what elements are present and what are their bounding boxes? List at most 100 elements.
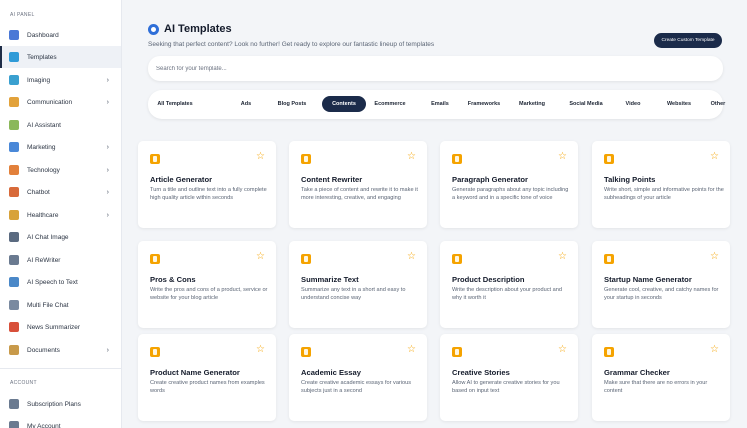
card-description: Make sure that there are no errors in yo…	[604, 380, 708, 395]
chevron-right-icon: ›	[106, 143, 109, 151]
star-icon[interactable]: ☆	[407, 152, 416, 162]
search-input[interactable]	[156, 65, 723, 72]
template-card-article-generator[interactable]: ☆ Article Generator Turn a title and outli…	[138, 141, 276, 228]
product-icon	[452, 254, 462, 264]
main-content: AI Templates Seeking that perfect conten…	[123, 0, 747, 428]
sidebar-item-documents[interactable]: Documents ›	[0, 339, 121, 361]
template-card-academic-essay[interactable]: ☆ Academic Essay Create creative academic …	[289, 334, 427, 421]
sidebar-item-subscription-plans[interactable]: Subscription Plans	[0, 393, 121, 415]
card-description: Take a piece of content and rewrite it t…	[301, 187, 418, 202]
card-description: Create creative product names from examp…	[150, 380, 265, 395]
tab-all-templates[interactable]: All Templates	[156, 96, 194, 112]
tab-video[interactable]: Video	[620, 96, 646, 112]
tab-emails[interactable]: Emails	[426, 96, 454, 112]
card-title: Article Generator	[150, 175, 213, 184]
star-icon[interactable]: ☆	[558, 252, 567, 262]
star-icon[interactable]: ☆	[710, 152, 719, 162]
subscription-icon	[9, 399, 19, 409]
sidebar-item-chatbot[interactable]: Chatbot ›	[0, 181, 121, 203]
chevron-right-icon: ›	[106, 346, 109, 354]
tab-websites[interactable]: Websites	[660, 96, 698, 112]
sidebar-account-title: ACCOUNT	[10, 380, 37, 386]
card-title: Product Description	[452, 275, 525, 284]
card-description: Generate cool, creative, and catchy name…	[604, 287, 719, 302]
speech-icon	[9, 277, 19, 287]
paragraph-icon	[452, 154, 462, 164]
tag-icon	[150, 347, 160, 357]
chevron-right-icon: ›	[106, 76, 109, 84]
star-icon[interactable]: ☆	[407, 345, 416, 355]
card-title: Pros & Cons	[150, 275, 196, 284]
sidebar-item-ai-chat-image[interactable]: AI Chat Image	[0, 226, 121, 248]
sidebar-item-technology[interactable]: Technology ›	[0, 159, 121, 181]
template-card-product-name-generator[interactable]: ☆ Product Name Generator Create creative p…	[138, 334, 276, 421]
template-card-grammar-checker[interactable]: ☆ Grammar Checker Make sure that there are…	[592, 334, 730, 421]
tab-ecommerce[interactable]: Ecommerce	[370, 96, 410, 112]
sidebar-item-communication[interactable]: Communication ›	[0, 91, 121, 113]
template-card-content-rewriter[interactable]: ☆ Content Rewriter Take a piece of content…	[289, 141, 427, 228]
sidebar-item-label: Imaging	[27, 76, 51, 84]
sidebar-item-label: Marketing	[27, 143, 56, 151]
chat-image-icon	[9, 232, 19, 242]
sidebar-item-marketing[interactable]: Marketing ›	[0, 136, 121, 158]
account-icon	[9, 421, 19, 428]
card-title: Academic Essay	[301, 368, 361, 377]
rewriter-icon	[9, 255, 19, 265]
template-card-summarize-text[interactable]: ☆ Summarize Text Summarize any text in a s…	[289, 241, 427, 328]
sidebar-item-dashboard[interactable]: Dashboard	[0, 24, 121, 46]
summarize-icon	[301, 254, 311, 264]
news-icon	[9, 322, 19, 332]
sidebar-item-ai-rewriter[interactable]: AI ReWriter	[0, 249, 121, 271]
tab-blog-posts[interactable]: Blog Posts	[274, 96, 310, 112]
sidebar-item-templates[interactable]: Templates	[0, 46, 121, 68]
create-custom-template-button[interactable]: Create Custom Template	[654, 33, 722, 48]
card-description: Create creative academic essays for vari…	[301, 380, 412, 395]
sidebar-item-label: AI Speech to Text	[27, 278, 78, 286]
dashboard-icon	[9, 30, 19, 40]
star-icon[interactable]: ☆	[558, 345, 567, 355]
sidebar-item-imaging[interactable]: Imaging ›	[0, 69, 121, 91]
card-description: Write the description about your product…	[452, 287, 562, 302]
chevron-right-icon: ›	[106, 166, 109, 174]
star-icon[interactable]: ☆	[407, 252, 416, 262]
template-card-startup-name-generator[interactable]: ☆ Startup Name Generator Generate cool, cr…	[592, 241, 730, 328]
star-icon[interactable]: ☆	[710, 345, 719, 355]
sidebar-item-label: Multi File Chat	[27, 301, 69, 309]
sidebar-item-label: Subscription Plans	[27, 400, 81, 408]
sidebar-item-label: Templates	[27, 53, 57, 61]
card-description: Summarize any text in a short and easy t…	[301, 287, 406, 302]
sidebar-section-title: AI PANEL	[10, 12, 35, 18]
card-description: Write short, simple and informative poin…	[604, 187, 724, 202]
card-title: Paragraph Generator	[452, 175, 528, 184]
page-title: AI Templates	[164, 23, 232, 35]
tab-frameworks[interactable]: Frameworks	[463, 96, 505, 112]
list-icon	[604, 154, 614, 164]
tab-marketing[interactable]: Marketing	[516, 96, 548, 112]
template-card-product-description[interactable]: ☆ Product Description Write the descriptio…	[440, 241, 578, 328]
star-icon[interactable]: ☆	[710, 252, 719, 262]
sidebar-item-ai-speech-to-text[interactable]: AI Speech to Text	[0, 271, 121, 293]
card-description: Allow AI to generate creative stories fo…	[452, 380, 560, 395]
chatbot-icon	[9, 187, 19, 197]
star-icon[interactable]: ☆	[256, 345, 265, 355]
chevron-right-icon: ›	[106, 211, 109, 219]
tab-contents[interactable]: Contents	[322, 96, 366, 112]
sidebar-item-news-summarizer[interactable]: News Summarizer	[0, 316, 121, 338]
card-title: Creative Stories	[452, 368, 510, 377]
sidebar-item-my-account[interactable]: My Account	[0, 415, 121, 428]
sidebar-item-multi-file-chat[interactable]: Multi File Chat	[0, 294, 121, 316]
template-card-talking-points[interactable]: ☆ Talking Points Write short, simple and i…	[592, 141, 730, 228]
category-filter-bar: All Templates Ads Blog Posts Contents Ecomme…	[148, 90, 725, 119]
star-icon[interactable]: ☆	[558, 152, 567, 162]
template-card-paragraph-generator[interactable]: ☆ Paragraph Generator Generate paragraphs …	[440, 141, 578, 228]
sidebar-item-label: Documents	[27, 346, 60, 354]
sidebar-item-ai-assistant[interactable]: AI Assistant	[0, 114, 121, 136]
tab-ads[interactable]: Ads	[235, 96, 257, 112]
template-card-creative-stories[interactable]: ☆ Creative Stories Allow AI to generate cr…	[440, 334, 578, 421]
sidebar-item-healthcare[interactable]: Healthcare ›	[0, 204, 121, 226]
tab-other[interactable]: Other	[707, 96, 729, 112]
star-icon[interactable]: ☆	[256, 252, 265, 262]
template-card-pros-cons[interactable]: ☆ Pros & Cons Write the pros and cons of a…	[138, 241, 276, 328]
tab-social-media[interactable]: Social Media	[562, 96, 610, 112]
star-icon[interactable]: ☆	[256, 152, 265, 162]
